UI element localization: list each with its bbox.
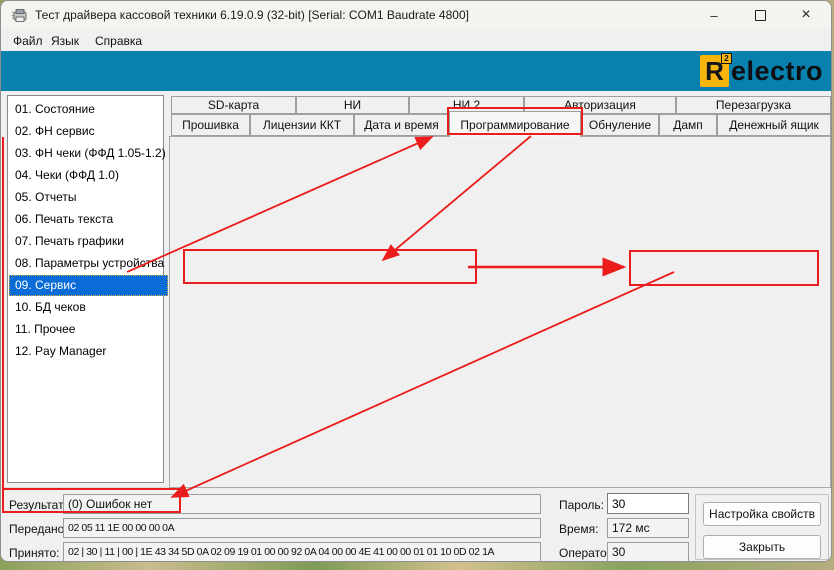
minimize-icon: – xyxy=(710,8,717,23)
password-input[interactable] xyxy=(607,493,689,514)
brand-banner: R 2 electro xyxy=(1,51,832,91)
menu-language[interactable]: Язык xyxy=(45,32,85,50)
tab-programming[interactable]: Программирование xyxy=(449,111,581,137)
app-icon xyxy=(11,8,28,23)
sidebar-item-service[interactable]: 09. Сервис xyxy=(9,275,168,296)
sidebar-item-reports[interactable]: 05. Отчеты xyxy=(9,187,168,208)
received-label: Принято: xyxy=(9,546,60,560)
sidebar-item-fn-service[interactable]: 02. ФН сервис xyxy=(9,121,168,142)
properties-button-label: Настройка свойств xyxy=(709,507,815,521)
status-panel: Результат: (0) Ошибок нет Передано: 02 0… xyxy=(1,487,832,562)
title-bar: Тест драйвера кассовой техники 6.19.0.9 … xyxy=(1,1,832,29)
close-app-button[interactable]: Закрыть xyxy=(703,535,821,559)
programming-tab-page xyxy=(169,136,831,488)
maximize-icon xyxy=(755,10,766,21)
sidebar-item-print-text[interactable]: 06. Печать текста xyxy=(9,209,168,230)
tab-date-time[interactable]: Дата и время xyxy=(354,114,449,136)
sidebar-item-check-db[interactable]: 10. БД чеков xyxy=(9,297,168,318)
sidebar-item-pay-manager[interactable]: 12. Pay Manager xyxy=(9,341,168,362)
logo-wordmark: electro xyxy=(731,56,823,87)
sidebar-item-fn-checks[interactable]: 03. ФН чеки (ФФД 1.05-1.2) xyxy=(9,143,168,164)
sent-label: Передано: xyxy=(9,522,68,536)
tab-ni[interactable]: НИ xyxy=(296,96,409,114)
tab-kkt-licenses[interactable]: Лицензии ККТ xyxy=(250,114,354,136)
sent-field: 02 05 11 1E 00 00 00 0A xyxy=(63,518,541,538)
mode-list: 01. Состояние 02. ФН сервис 03. ФН чеки … xyxy=(7,95,164,483)
sidebar-item-print-graphics[interactable]: 07. Печать графики xyxy=(9,231,168,252)
close-button[interactable]: × xyxy=(783,1,829,29)
menu-file[interactable]: Файл xyxy=(7,32,49,50)
properties-button[interactable]: Настройка свойств xyxy=(703,502,821,526)
time-field: 172 мс xyxy=(607,518,689,538)
relectro-logo: R 2 electro xyxy=(700,55,823,87)
sidebar-item-state[interactable]: 01. Состояние xyxy=(9,99,168,120)
password-label: Пароль: xyxy=(559,498,604,512)
logo-superscript: 2 xyxy=(721,53,732,64)
window-title: Тест драйвера кассовой техники 6.19.0.9 … xyxy=(35,8,469,22)
sidebar-item-device-params[interactable]: 08. Параметры устройства xyxy=(9,253,168,274)
tab-zeroing[interactable]: Обнуление xyxy=(581,114,659,136)
app-window: Тест драйвера кассовой техники 6.19.0.9 … xyxy=(0,0,832,562)
time-label: Время: xyxy=(559,522,598,536)
tab-sd-card[interactable]: SD-карта xyxy=(171,96,296,114)
close-icon: × xyxy=(801,6,810,24)
tab-cash-drawer[interactable]: Денежный ящик xyxy=(717,114,831,136)
tab-dump[interactable]: Дамп xyxy=(659,114,717,136)
menu-bar: Файл Язык Справка xyxy=(1,29,832,52)
menu-help[interactable]: Справка xyxy=(89,32,148,50)
sidebar-item-checks[interactable]: 04. Чеки (ФФД 1.0) xyxy=(9,165,168,186)
tab-firmware[interactable]: Прошивка xyxy=(171,114,250,136)
received-field: 02 | 30 | 11 | 00 | 1E 43 34 5D 0A 02 09… xyxy=(63,542,541,562)
minimize-button[interactable]: – xyxy=(691,1,737,29)
tab-reboot[interactable]: Перезагрузка xyxy=(676,96,831,114)
operator-field: 30 xyxy=(607,542,689,562)
sidebar-item-other[interactable]: 11. Прочее xyxy=(9,319,168,340)
result-field: (0) Ошибок нет xyxy=(63,494,541,514)
result-label: Результат: xyxy=(9,498,67,512)
maximize-button[interactable] xyxy=(737,1,783,29)
close-app-button-label: Закрыть xyxy=(739,540,785,554)
